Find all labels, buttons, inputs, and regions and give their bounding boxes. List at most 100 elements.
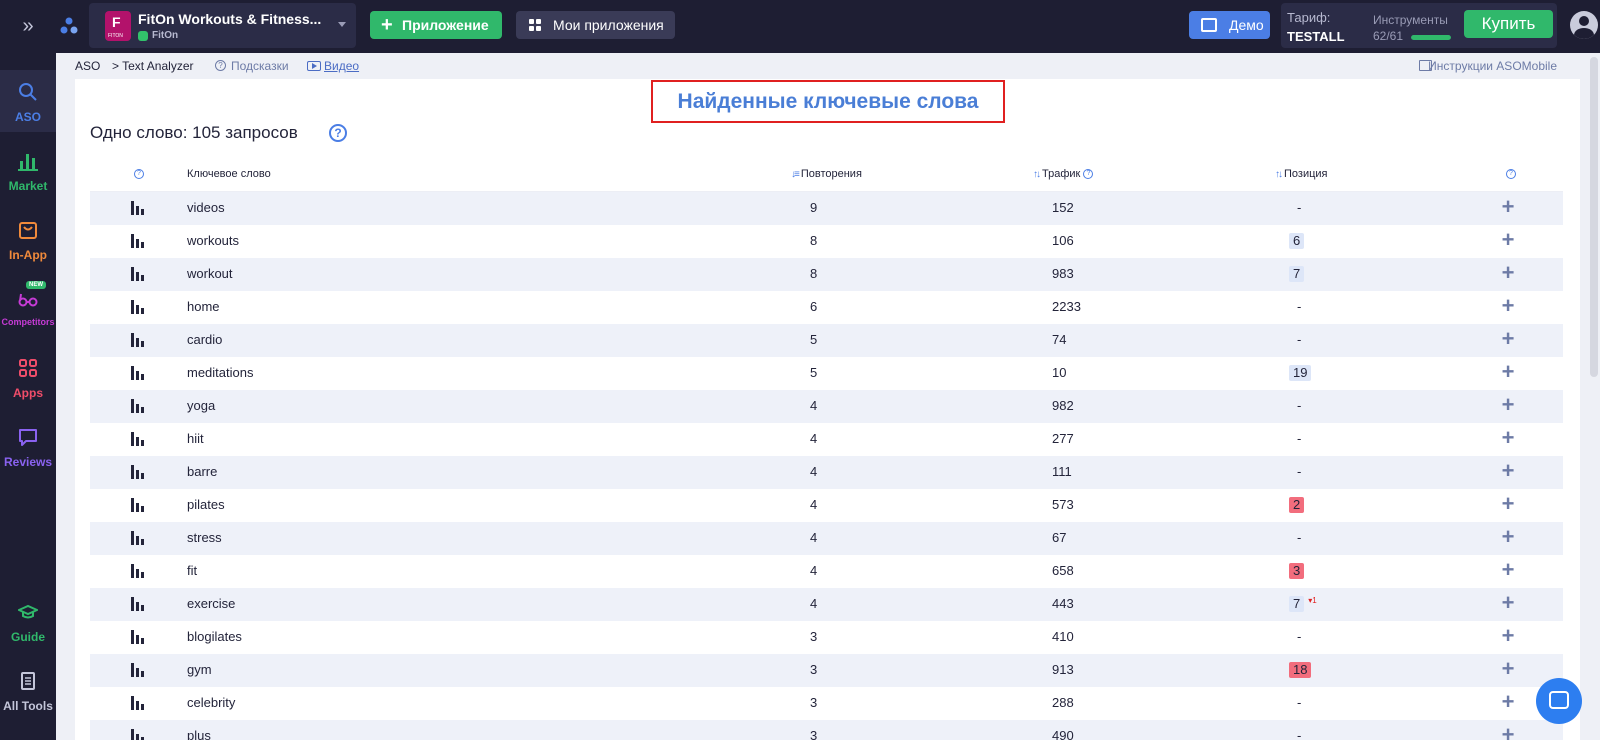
sidebar-item-apps[interactable]: Apps bbox=[0, 346, 56, 408]
header-info-icon[interactable]: ? bbox=[134, 168, 144, 180]
table-row: exercise 4 443 7 ▾1 + bbox=[90, 588, 1563, 621]
stats-chart-icon[interactable] bbox=[131, 729, 145, 740]
header-repeats[interactable]: ↓≡ Повторения bbox=[791, 168, 862, 180]
add-keyword-icon[interactable]: + bbox=[1500, 658, 1516, 680]
question-icon: ? bbox=[215, 60, 226, 71]
header-traffic[interactable]: ↑↓ Трафик ? bbox=[1033, 168, 1094, 180]
expand-sidebar-icon[interactable]: » bbox=[17, 15, 39, 37]
repeats-cell: 4 bbox=[810, 596, 818, 611]
position-change: ▾1 bbox=[1308, 596, 1317, 605]
scrollbar-thumb[interactable] bbox=[1590, 57, 1598, 377]
add-keyword-icon[interactable]: + bbox=[1500, 625, 1516, 647]
repeats-cell: 3 bbox=[810, 728, 818, 740]
stats-chart-icon[interactable] bbox=[131, 234, 145, 248]
tariff-panel: Тариф: TESTALL Инструменты 62/61 Купить bbox=[1281, 3, 1557, 48]
stats-chart-icon[interactable] bbox=[131, 531, 145, 545]
add-keyword-icon[interactable]: + bbox=[1500, 394, 1516, 416]
stats-chart-icon[interactable] bbox=[131, 201, 145, 215]
grid-icon bbox=[529, 19, 541, 31]
keyword-cell: workout bbox=[187, 266, 233, 281]
my-apps-button[interactable]: Мои приложения bbox=[516, 11, 675, 39]
table-body: videos 9 152- + workouts 8 106 6 + workout 8 983 7 + h… bbox=[90, 192, 1563, 740]
plus-icon: + bbox=[381, 14, 393, 36]
app-selector[interactable]: F FITON FitOn Workouts & Fitness... FitO… bbox=[89, 3, 356, 48]
add-keyword-icon[interactable]: + bbox=[1500, 592, 1516, 614]
sidebar-item-reviews[interactable]: Reviews bbox=[0, 415, 56, 477]
add-keyword-icon[interactable]: + bbox=[1500, 526, 1516, 548]
header-actions-info-icon[interactable]: ? bbox=[1506, 168, 1516, 180]
instructions-link[interactable]: Инструкции ASOMobile bbox=[1428, 59, 1557, 73]
add-keyword-icon[interactable]: + bbox=[1500, 295, 1516, 317]
stats-chart-icon[interactable] bbox=[131, 498, 145, 512]
table-row: hiit 4 277 - + bbox=[90, 423, 1563, 456]
buy-button[interactable]: Купить bbox=[1464, 10, 1553, 38]
position-badge: 18 bbox=[1289, 662, 1312, 678]
demo-button[interactable]: Демо bbox=[1189, 11, 1270, 39]
add-keyword-icon[interactable]: + bbox=[1500, 493, 1516, 515]
keyword-cell: exercise bbox=[187, 596, 236, 611]
support-chat-button[interactable] bbox=[1536, 678, 1582, 724]
add-keyword-icon[interactable]: + bbox=[1500, 229, 1516, 251]
stats-chart-icon[interactable] bbox=[131, 267, 145, 281]
traffic-info-icon: ? bbox=[1083, 169, 1094, 180]
video-link[interactable]: Видео bbox=[324, 59, 359, 73]
position-cell: - bbox=[1293, 629, 1305, 645]
stats-chart-icon[interactable] bbox=[131, 300, 145, 314]
keyword-cell: fit bbox=[187, 563, 198, 578]
position-cell: - bbox=[1293, 431, 1305, 447]
logo-icon[interactable] bbox=[60, 17, 78, 35]
sidebar-item-market[interactable]: Market bbox=[0, 139, 56, 201]
sidebar-item-guide[interactable]: Guide bbox=[0, 590, 56, 652]
stats-chart-icon[interactable] bbox=[131, 630, 145, 644]
apps-grid-icon bbox=[19, 359, 37, 377]
traffic-cell: 277 bbox=[1052, 431, 1074, 446]
stats-chart-icon[interactable] bbox=[131, 564, 145, 578]
keyword-cell: hiit bbox=[187, 431, 204, 446]
stats-chart-icon[interactable] bbox=[131, 696, 145, 710]
keyword-cell: barre bbox=[187, 464, 218, 479]
tariff-value: TESTALL bbox=[1287, 29, 1345, 44]
scrollbar[interactable] bbox=[1588, 53, 1600, 740]
avatar[interactable] bbox=[1570, 11, 1598, 39]
traffic-cell: 111 bbox=[1052, 464, 1072, 479]
table-header: ? Ключевое слово ↓≡ Повторения ↑↓ Трафик ?… bbox=[90, 157, 1563, 192]
stats-chart-icon[interactable] bbox=[131, 366, 145, 380]
traffic-cell: 982 bbox=[1052, 398, 1074, 413]
position-badge: - bbox=[1297, 200, 1302, 215]
stats-chart-icon[interactable] bbox=[131, 432, 145, 446]
hints-link[interactable]: Подсказки bbox=[231, 59, 289, 73]
add-keyword-icon[interactable]: + bbox=[1500, 328, 1516, 350]
position-cell: 7 bbox=[1289, 266, 1305, 282]
position-badge: 19 bbox=[1289, 365, 1312, 381]
add-keyword-icon[interactable]: + bbox=[1500, 196, 1516, 218]
sidebar-item-in-app[interactable]: In-App bbox=[0, 208, 56, 270]
add-app-button[interactable]: + Приложение bbox=[370, 11, 502, 39]
app-developer: FitOn bbox=[152, 30, 179, 41]
sidebar-item-competitors[interactable]: NEW Competitors bbox=[0, 277, 56, 339]
add-keyword-icon[interactable]: + bbox=[1500, 427, 1516, 449]
add-keyword-icon[interactable]: + bbox=[1500, 691, 1516, 713]
add-keyword-icon[interactable]: + bbox=[1500, 460, 1516, 482]
sidebar-item-all-tools[interactable]: All Tools bbox=[0, 659, 56, 721]
stats-chart-icon[interactable] bbox=[131, 597, 145, 611]
add-keyword-icon[interactable]: + bbox=[1500, 559, 1516, 581]
position-cell: - bbox=[1293, 530, 1305, 546]
position-badge: 2 bbox=[1289, 497, 1305, 513]
breadcrumb-current: > Text Analyzer bbox=[112, 59, 194, 73]
add-keyword-icon[interactable]: + bbox=[1500, 262, 1516, 284]
header-position[interactable]: ↑↓ Позиция bbox=[1275, 168, 1328, 180]
position-cell: - bbox=[1293, 728, 1305, 740]
stats-chart-icon[interactable] bbox=[131, 663, 145, 677]
table-row: celebrity 3 288 - + bbox=[90, 687, 1563, 720]
graduation-cap-icon bbox=[18, 604, 38, 619]
app-icon: F FITON bbox=[105, 11, 131, 41]
breadcrumb-root[interactable]: ASO bbox=[75, 59, 100, 73]
add-keyword-icon[interactable]: + bbox=[1500, 724, 1516, 740]
stats-chart-icon[interactable] bbox=[131, 333, 145, 347]
stats-chart-icon[interactable] bbox=[131, 465, 145, 479]
add-keyword-icon[interactable]: + bbox=[1500, 361, 1516, 383]
sidebar-item-aso[interactable]: ASO bbox=[0, 70, 56, 132]
help-icon[interactable]: ? bbox=[329, 124, 347, 142]
stats-chart-icon[interactable] bbox=[131, 399, 145, 413]
position-badge: 7 bbox=[1289, 596, 1305, 612]
